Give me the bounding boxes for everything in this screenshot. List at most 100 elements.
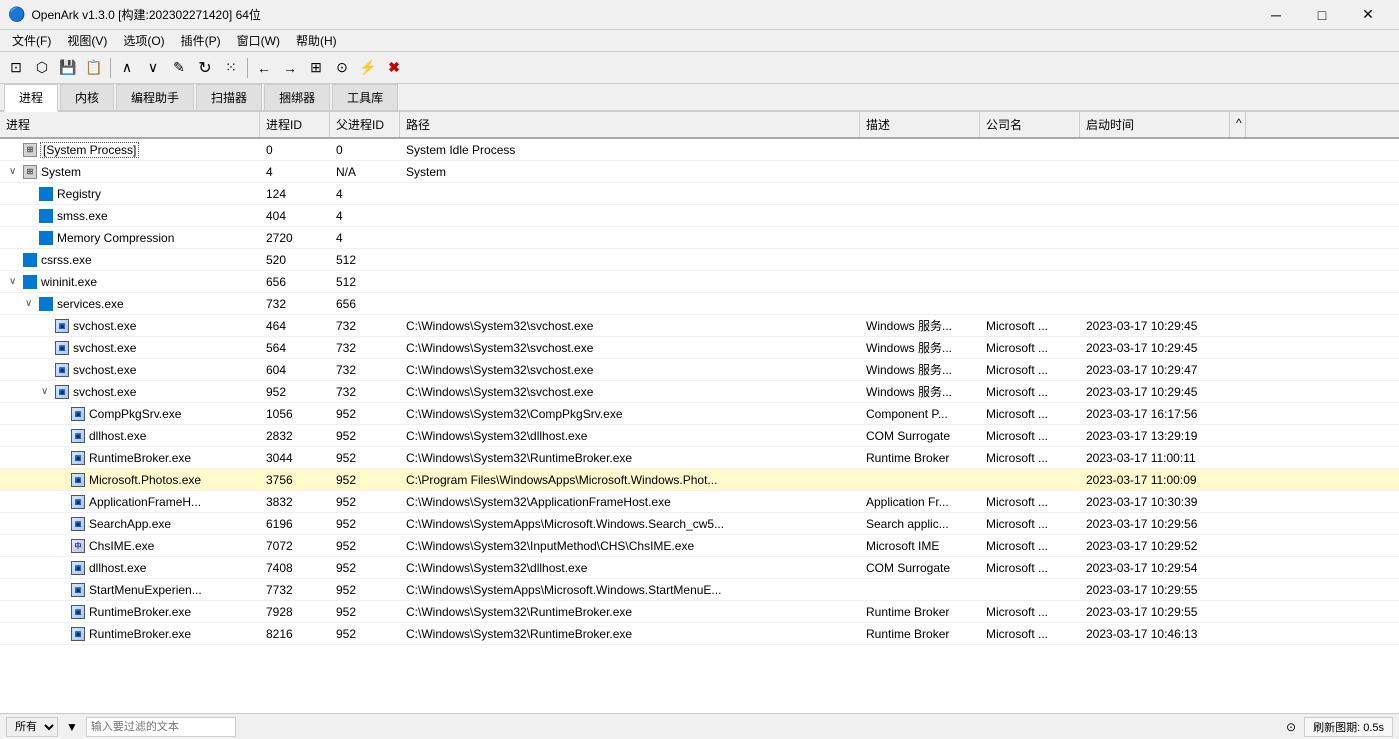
toolbar-btn-save[interactable]: 💾	[56, 56, 80, 80]
th-pid[interactable]: 进程ID	[260, 112, 330, 137]
toolbar-btn-map[interactable]: ⊞	[304, 56, 328, 80]
toolbar-btn-copy[interactable]: 📋	[82, 56, 106, 80]
table-row[interactable]: ∨▣svchost.exe952732C:\Windows\System32\s…	[0, 381, 1399, 403]
toolbar-btn-close[interactable]: ✖	[382, 56, 406, 80]
table-row[interactable]: ▣StartMenuExperien...7732952C:\Windows\S…	[0, 579, 1399, 601]
table-row[interactable]: ▣Microsoft.Photos.exe3756952C:\Program F…	[0, 469, 1399, 491]
cell-desc	[860, 478, 980, 482]
th-company[interactable]: 公司名	[980, 112, 1080, 137]
toolbar-btn-forward[interactable]: →	[278, 56, 302, 80]
th-desc[interactable]: 描述	[860, 112, 980, 137]
process-icon: ▣	[70, 560, 86, 576]
table-row[interactable]: ▣dllhost.exe7408952C:\Windows\System32\d…	[0, 557, 1399, 579]
table-row[interactable]: csrss.exe520512	[0, 249, 1399, 271]
table-row[interactable]: ▣ApplicationFrameH...3832952C:\Windows\S…	[0, 491, 1399, 513]
cell-desc	[860, 192, 980, 196]
toolbar-btn-1[interactable]: ⬡	[30, 56, 54, 80]
cell-company: Microsoft ...	[980, 317, 1080, 335]
table-row[interactable]: ⊞[System Process]00System Idle Process	[0, 139, 1399, 161]
table-row[interactable]: Memory Compression27204	[0, 227, 1399, 249]
tab-4[interactable]: 捆绑器	[264, 84, 330, 110]
cell-desc: Microsoft IME	[860, 537, 980, 555]
process-icon: ▣	[70, 494, 86, 510]
table-row[interactable]: ▣RuntimeBroker.exe7928952C:\Windows\Syst…	[0, 601, 1399, 623]
cell-company: Microsoft ...	[980, 339, 1080, 357]
th-path[interactable]: 路径	[400, 112, 860, 137]
menu-item-选项(O)[interactable]: 选项(O)	[115, 30, 172, 51]
cell-desc: Windows 服务...	[860, 381, 980, 402]
table-row[interactable]: ∨services.exe732656	[0, 293, 1399, 315]
process-name: Memory Compression	[57, 231, 174, 245]
tab-5[interactable]: 工具库	[332, 84, 398, 110]
table-body[interactable]: ⊞[System Process]00System Idle Process∨⊞…	[0, 139, 1399, 713]
menu-item-视图(V)[interactable]: 视图(V)	[59, 30, 115, 51]
toolbar-btn-star[interactable]: ⚡	[356, 56, 380, 80]
process-name: ChsIME.exe	[89, 539, 154, 553]
refresh-button[interactable]: 刷新图期: 0.5s	[1304, 717, 1393, 737]
table-row[interactable]: ▣svchost.exe464732C:\Windows\System32\sv…	[0, 315, 1399, 337]
toolbar-btn-up[interactable]: ∧	[115, 56, 139, 80]
tab-1[interactable]: 内核	[60, 84, 114, 110]
table-row[interactable]: ▣RuntimeBroker.exe3044952C:\Windows\Syst…	[0, 447, 1399, 469]
table-row[interactable]: ∨wininit.exe656512	[0, 271, 1399, 293]
table-row[interactable]: ▣svchost.exe564732C:\Windows\System32\sv…	[0, 337, 1399, 359]
process-icon: ▣	[54, 318, 70, 334]
cell-desc: Component P...	[860, 405, 980, 423]
cell-desc	[860, 588, 980, 592]
toolbar-btn-0[interactable]: ⊡	[4, 56, 28, 80]
cell-path	[400, 192, 860, 196]
th-process[interactable]: 进程	[0, 112, 260, 137]
toolbar-btn-grid[interactable]: ⁙	[219, 56, 243, 80]
cell-company: Microsoft ...	[980, 625, 1080, 643]
cell-desc: COM Surrogate	[860, 427, 980, 445]
tab-2[interactable]: 编程助手	[116, 84, 194, 110]
close-button[interactable]: ✕	[1345, 0, 1391, 30]
table-row[interactable]: ▣RuntimeBroker.exe8216952C:\Windows\Syst…	[0, 623, 1399, 645]
th-ppid[interactable]: 父进程ID	[330, 112, 400, 137]
cell-time: 2023-03-17 10:29:55	[1080, 581, 1230, 599]
toolbar-btn-edit[interactable]: ✎	[167, 56, 191, 80]
menu-item-帮助(H)[interactable]: 帮助(H)	[288, 30, 345, 51]
tab-0[interactable]: 进程	[4, 84, 58, 112]
menu-item-文件(F)[interactable]: 文件(F)	[4, 30, 59, 51]
cell-ppid: 512	[330, 251, 400, 269]
cell-process: ▣RuntimeBroker.exe	[0, 624, 260, 644]
cell-company	[980, 588, 1080, 592]
filter-input[interactable]	[86, 717, 236, 737]
filter-select[interactable]: 所有	[6, 717, 58, 737]
table-row[interactable]: ▣svchost.exe604732C:\Windows\System32\sv…	[0, 359, 1399, 381]
table-row[interactable]: ∨⊞System4N/ASystem	[0, 161, 1399, 183]
table-row[interactable]: ▣SearchApp.exe6196952C:\Windows\SystemAp…	[0, 513, 1399, 535]
cell-desc	[860, 148, 980, 152]
cell-ppid: 952	[330, 581, 400, 599]
toolbar-btn-down[interactable]: ∨	[141, 56, 165, 80]
menu-item-窗口(W)[interactable]: 窗口(W)	[229, 30, 288, 51]
menu-item-插件(P)[interactable]: 插件(P)	[173, 30, 229, 51]
process-icon: ▣	[54, 362, 70, 378]
cell-ppid: N/A	[330, 163, 400, 181]
table-row[interactable]: ▣CompPkgSrv.exe1056952C:\Windows\System3…	[0, 403, 1399, 425]
cell-ppid: 512	[330, 273, 400, 291]
th-time[interactable]: 启动时间	[1080, 112, 1230, 137]
toolbar-btn-target[interactable]: ⊙	[330, 56, 354, 80]
expand-icon[interactable]: ∨	[9, 166, 19, 177]
cell-path: C:\Windows\System32\dllhost.exe	[400, 559, 860, 577]
table-row[interactable]: 中ChsIME.exe7072952C:\Windows\System32\In…	[0, 535, 1399, 557]
tab-3[interactable]: 扫描器	[196, 84, 262, 110]
maximize-button[interactable]: □	[1299, 0, 1345, 30]
table-row[interactable]: Registry1244	[0, 183, 1399, 205]
expand-icon[interactable]: ∨	[25, 298, 35, 309]
toolbar-btn-refresh[interactable]: ↻	[193, 56, 217, 80]
cell-pid: 7408	[260, 559, 330, 577]
minimize-button[interactable]: ─	[1253, 0, 1299, 30]
expand-icon[interactable]: ∨	[41, 386, 51, 397]
table-row[interactable]: ▣dllhost.exe2832952C:\Windows\System32\d…	[0, 425, 1399, 447]
toolbar-btn-back[interactable]: ←	[252, 56, 276, 80]
cell-path: C:\Windows\System32\svchost.exe	[400, 361, 860, 379]
cell-pid: 0	[260, 141, 330, 159]
cell-ppid: 4	[330, 185, 400, 203]
expand-icon[interactable]: ∨	[9, 276, 19, 287]
cell-process: Memory Compression	[0, 228, 260, 248]
table-row[interactable]: smss.exe4044	[0, 205, 1399, 227]
cell-pid: 732	[260, 295, 330, 313]
